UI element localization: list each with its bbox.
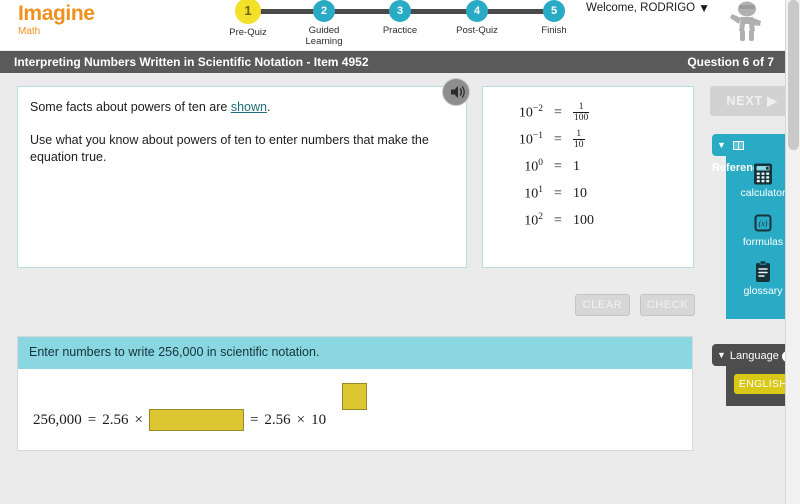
page-root: Imagine Math 1 Pre-Quiz 2 Guided Learnin…: [0, 0, 800, 504]
fact-row: 100 = 1: [497, 153, 594, 180]
facts-list: 10−2 = 1 100 10−1 = 1 10 100 = 1 101 = 1…: [497, 99, 594, 234]
language-select-english[interactable]: ENGLISH: [734, 374, 792, 394]
answer-prompt-bar: Enter numbers to write 256,000 in scient…: [18, 337, 692, 369]
step-number-1: 1: [235, 0, 261, 24]
equation-coefficient-1: 2.56: [102, 411, 129, 428]
speaker-audio-icon[interactable]: [442, 78, 470, 106]
step-post-quiz[interactable]: 4 Post-Quiz: [447, 0, 507, 36]
page-scrollbar[interactable]: [785, 0, 800, 504]
fact-value: 1 100: [573, 102, 590, 123]
fact-row: 102 = 100: [497, 207, 594, 234]
next-arrow-icon: ▶: [767, 94, 778, 108]
item-title-bar: Interpreting Numbers Written in Scientif…: [0, 51, 800, 73]
brand-subtitle: Math: [18, 26, 41, 37]
fact-expression: 100: [497, 158, 543, 176]
scrollbar-thumb[interactable]: [788, 0, 799, 150]
chevron-down-icon: ▼: [698, 1, 710, 15]
fact-base: 10: [524, 186, 539, 202]
fact-value: 100: [573, 212, 594, 228]
fact-equals: =: [554, 104, 562, 120]
exponent-input[interactable]: [342, 383, 367, 410]
welcome-text: Welcome, RODRIGO: [586, 2, 696, 14]
fact-base: 10: [524, 159, 539, 175]
fact-value: 1 10: [573, 129, 585, 150]
fact-equals: =: [554, 158, 562, 174]
fraction: 1 100: [573, 102, 590, 123]
fraction-numerator: 1: [573, 129, 585, 140]
fact-row: 101 = 10: [497, 180, 594, 207]
fact-equals: =: [554, 185, 562, 201]
clear-button[interactable]: CLEAR: [575, 294, 630, 316]
fact-base: 10: [524, 213, 539, 229]
step-guided-learning[interactable]: 2 Guided Learning: [294, 0, 354, 47]
answer-panel: Enter numbers to write 256,000 in scient…: [17, 336, 693, 451]
answer-body: 256,000 = 2.56 × = 2.56 × 10: [18, 369, 692, 450]
svg-text:(x): (x): [759, 219, 768, 228]
answer-equation: 256,000 = 2.56 × = 2.56 × 10: [30, 409, 329, 431]
account-menu[interactable]: Welcome, RODRIGO ▼: [586, 1, 710, 15]
mantissa-input[interactable]: [148, 409, 244, 431]
next-button-label: NEXT: [726, 94, 763, 108]
equation-coefficient-2: 2.56: [264, 411, 291, 428]
fraction: 1 10: [573, 129, 585, 150]
equation-base-ten: 10: [311, 411, 327, 428]
question-line-1-after: .: [266, 100, 271, 114]
fact-expression: 101: [497, 185, 543, 203]
step-number-2: 2: [313, 0, 335, 22]
fact-base: 10: [518, 132, 533, 148]
question-counter: Question 6 of 7: [687, 55, 774, 69]
step-label-1: Pre-Quiz: [229, 27, 267, 38]
language-tab-label: Language: [729, 350, 779, 362]
top-bar: Imagine Math 1 Pre-Quiz 2 Guided Learnin…: [0, 0, 800, 50]
fact-exponent: −1: [532, 130, 543, 141]
equation-equals-2: =: [249, 411, 259, 428]
brand-logo[interactable]: Imagine Math: [18, 3, 95, 37]
question-line-1-before: Some facts about powers of ten are: [30, 100, 231, 114]
step-pre-quiz[interactable]: 1 Pre-Quiz: [218, 0, 278, 38]
page-title: Interpreting Numbers Written in Scientif…: [14, 55, 369, 69]
question-line-2: Use what you know about powers of ten to…: [30, 133, 429, 164]
fraction-denominator: 10: [574, 140, 584, 150]
step-number-5: 5: [543, 0, 565, 22]
fact-row: 10−1 = 1 10: [497, 126, 594, 153]
next-button[interactable]: NEXT ▶: [710, 86, 794, 116]
check-button[interactable]: CHECK: [640, 294, 695, 316]
book-icon: [732, 140, 744, 152]
fact-base: 10: [518, 105, 533, 121]
fact-equals: =: [554, 212, 562, 228]
step-label-2: Guided Learning: [305, 25, 343, 47]
fact-expression: 102: [497, 212, 543, 230]
question-line-1: Some facts about powers of ten are shown…: [30, 99, 450, 116]
chevron-down-icon: ▼: [717, 140, 726, 150]
fact-value: 1: [573, 158, 580, 174]
question-panel: Some facts about powers of ten are shown…: [17, 86, 467, 268]
step-label-3: Practice: [382, 25, 418, 36]
chevron-down-icon: ▼: [717, 350, 726, 360]
step-practice[interactable]: 3 Practice: [370, 0, 430, 36]
equation-equals-1: =: [87, 411, 97, 428]
avatar[interactable]: [724, 0, 770, 48]
step-finish[interactable]: 5 Finish: [524, 0, 584, 36]
fact-expression: 10−1: [497, 131, 543, 149]
fraction-numerator: 1: [573, 102, 590, 113]
shown-link[interactable]: shown: [231, 100, 267, 114]
step-number-4: 4: [466, 0, 488, 22]
fact-value: 10: [573, 185, 587, 201]
fact-expression: 10−2: [497, 104, 543, 122]
brand-name: Imagine: [18, 2, 95, 25]
fact-exponent: −2: [532, 103, 543, 114]
answer-prompt-text: Enter numbers to write 256,000 in scient…: [29, 345, 320, 359]
fraction-denominator: 100: [574, 113, 589, 123]
equation-lhs: 256,000: [33, 411, 82, 428]
step-label-4: Post-Quiz: [456, 25, 498, 36]
equation-times-1: ×: [134, 411, 143, 428]
step-label-5: Finish: [541, 25, 567, 36]
progress-stepper: 1 Pre-Quiz 2 Guided Learning 3 Practice …: [229, 0, 567, 47]
powers-of-ten-facts-panel: 10−2 = 1 100 10−1 = 1 10 100 = 1 101 = 1…: [482, 86, 694, 268]
step-number-3: 3: [389, 0, 411, 22]
fact-equals: =: [554, 131, 562, 147]
fact-row: 10−2 = 1 100: [497, 99, 594, 126]
equation-times-2: ×: [296, 411, 306, 428]
